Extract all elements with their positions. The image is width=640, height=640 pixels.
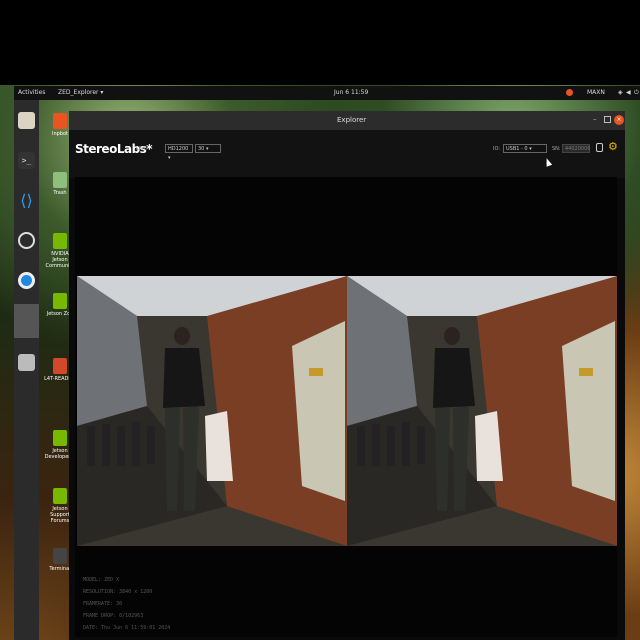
- camera-date: DATE: Thu Jun 6 11:59:01 2024: [83, 625, 171, 631]
- minimize-icon[interactable]: –: [593, 115, 597, 123]
- left-camera-image: [77, 276, 347, 546]
- zed-explorer-icon[interactable]: [14, 304, 39, 338]
- camera-framerate: FRAMERATE: 30: [83, 601, 123, 607]
- dock: >_ ⟨⟩: [14, 100, 39, 640]
- sn-label: SN:: [552, 146, 561, 152]
- chromium-icon[interactable]: [18, 272, 35, 289]
- power-icon[interactable]: ⏻: [634, 89, 639, 97]
- window-titlebar[interactable]: Explorer – ×: [69, 111, 625, 130]
- app-toolbar: StereoLabs* LIVE HD1200 ▾ 30 ▾ IO: USB1 …: [69, 130, 625, 178]
- activities-button[interactable]: Activities: [18, 89, 45, 96]
- obs-icon[interactable]: [18, 232, 35, 249]
- close-icon[interactable]: ×: [614, 115, 624, 125]
- camera-frame-drop: FRAME DROP: 0/102963: [83, 613, 144, 619]
- maximize-icon[interactable]: [604, 116, 611, 123]
- files-icon[interactable]: [18, 112, 35, 129]
- volume-icon[interactable]: ◀: [626, 89, 631, 96]
- network-icon[interactable]: ◈: [618, 89, 623, 96]
- camera-model: MODEL: ZED X: [83, 577, 120, 583]
- right-camera-image: [347, 276, 617, 546]
- record-icon[interactable]: [596, 143, 603, 152]
- top-bar: Activities ZED_Explorer ▾ Jun 6 11:59 MA…: [14, 86, 640, 100]
- stereo-video-feed: [77, 276, 617, 546]
- clock[interactable]: Jun 6 11:59: [334, 89, 368, 96]
- serial-number-field: 44020006: [562, 144, 590, 153]
- power-mode-label[interactable]: MAXN: [587, 89, 605, 96]
- nvidia-status-icon[interactable]: [566, 89, 573, 96]
- terminal-icon[interactable]: >_: [18, 152, 35, 169]
- drive-icon[interactable]: [18, 354, 35, 371]
- io-label: IO:: [493, 146, 501, 152]
- window-title: Explorer: [337, 116, 367, 124]
- explorer-window: Explorer – × StereoLabs* LIVE HD1200 ▾ 3…: [69, 111, 625, 640]
- app-menu[interactable]: ZED_Explorer ▾: [58, 89, 103, 96]
- camera-resolution: RESOLUTION: 3840 x 1200: [83, 589, 153, 595]
- live-label: LIVE: [136, 146, 147, 152]
- settings-gear-icon[interactable]: ⚙: [608, 140, 618, 153]
- vscode-icon[interactable]: ⟨⟩: [18, 192, 35, 209]
- resolution-select[interactable]: HD1200 ▾: [165, 144, 193, 161]
- fps-select[interactable]: 30 ▾: [195, 144, 221, 153]
- io-select[interactable]: USB1 - 0 ▾: [503, 144, 547, 153]
